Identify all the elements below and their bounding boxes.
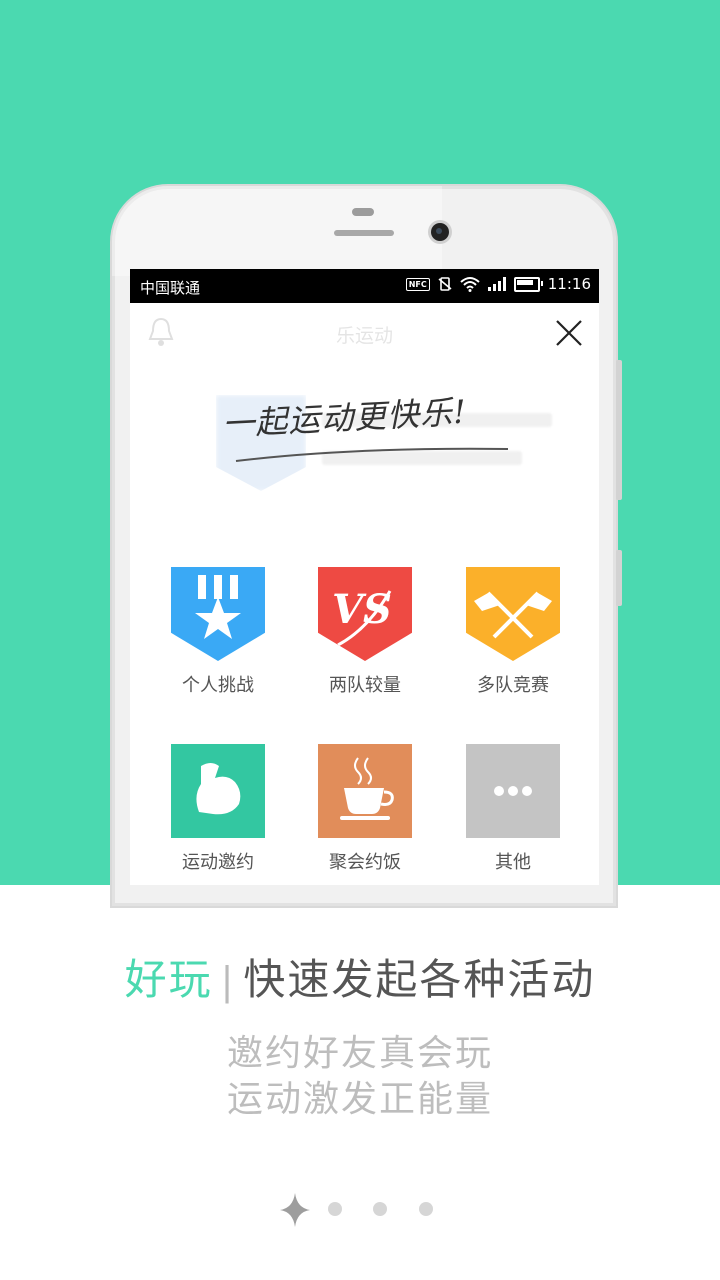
flexed-arm-icon: [171, 744, 265, 838]
medal-star-icon: [171, 567, 265, 661]
versus-icon: VS: [318, 567, 412, 661]
activity-party-dinner[interactable]: 聚会约饭: [290, 744, 440, 874]
clock: 11:16: [547, 275, 591, 293]
activity-other[interactable]: 其他: [438, 744, 588, 874]
activity-two-team[interactable]: VS 两队较量: [290, 567, 440, 697]
slogan-underline: [235, 447, 509, 462]
nfc-icon: NFC: [405, 277, 430, 291]
activity-label: 聚会约饭: [329, 852, 401, 873]
headline-accent: 好玩: [124, 955, 213, 1004]
activity-personal-challenge[interactable]: 个人挑战: [143, 567, 293, 697]
page-indicator: [0, 1190, 720, 1230]
phone-speaker: [334, 230, 394, 236]
phone-screen: 中国联通 NFC 11:16 乐运动 一起运动更快乐! 个人挑战 VS 两队较量…: [130, 269, 599, 885]
close-icon[interactable]: [553, 317, 585, 349]
app-header: 乐运动: [130, 303, 599, 363]
app-title: 乐运动: [335, 325, 393, 347]
onboarding-subline-1: 邀约好友真会玩: [226, 1033, 493, 1074]
slogan-banner: 一起运动更快乐!: [142, 373, 587, 533]
coffee-cup-icon: [318, 744, 412, 838]
active-page-star-icon[interactable]: [279, 1192, 311, 1228]
status-bar: 中国联通 NFC 11:16: [130, 269, 599, 303]
activity-multi-team[interactable]: 多队竞赛: [438, 567, 588, 697]
signal-icon: [487, 277, 506, 291]
carrier-name: 中国联通: [140, 279, 201, 297]
activity-label: 运动邀约: [182, 852, 254, 873]
activity-label: 其他: [495, 852, 531, 873]
phone-power-button: [616, 550, 622, 606]
wifi-icon: [460, 277, 480, 292]
page-dot[interactable]: [373, 1202, 387, 1216]
onboarding-subline-2: 运动激发正能量: [226, 1079, 493, 1120]
phone-volume-button: [616, 360, 622, 500]
phone-sensor: [352, 208, 374, 216]
battery-icon: [513, 276, 543, 292]
vibrate-icon: [438, 277, 452, 291]
phone-camera: [431, 223, 449, 241]
activity-label: 多队竞赛: [477, 675, 549, 696]
headline-title: 快速发起各种活动: [243, 955, 596, 1004]
page-dot[interactable]: [419, 1202, 433, 1216]
headline-separator: |: [220, 959, 236, 1003]
activity-label: 两队较量: [329, 675, 401, 696]
crossed-flags-icon: [466, 567, 560, 661]
more-dots-icon: [466, 744, 560, 838]
onboarding-headline: 好玩 | 快速发起各种活动: [0, 946, 720, 1007]
page-dot[interactable]: [328, 1202, 342, 1216]
activity-sport-invite[interactable]: 运动邀约: [143, 744, 293, 874]
activity-label: 个人挑战: [182, 675, 254, 696]
